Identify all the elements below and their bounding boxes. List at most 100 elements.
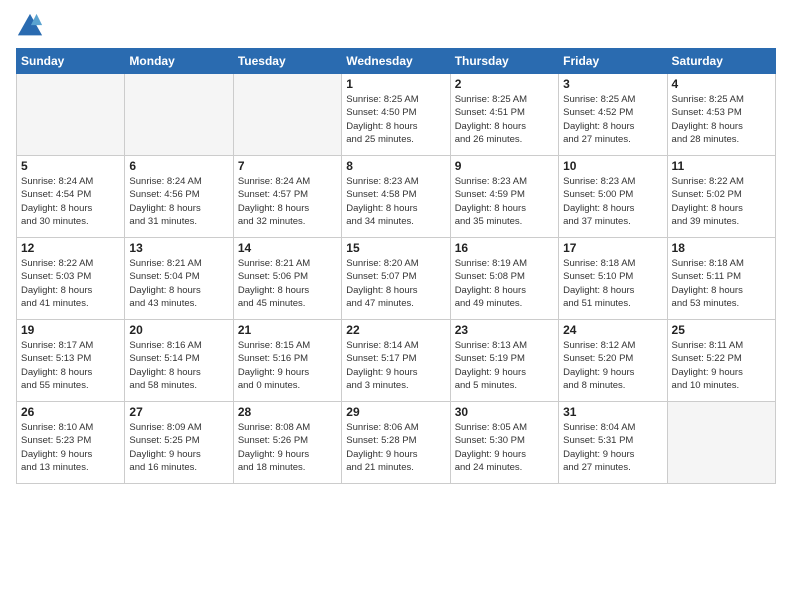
week-row-3: 12 Sunrise: 8:22 AM Sunset: 5:03 PM Dayli… bbox=[17, 238, 776, 320]
day-cell: 6 Sunrise: 8:24 AM Sunset: 4:56 PM Daylig… bbox=[125, 156, 233, 238]
day-info: Sunrise: 8:16 AM Sunset: 5:14 PM Dayligh… bbox=[129, 339, 228, 392]
day-number: 11 bbox=[672, 159, 771, 173]
day-cell bbox=[17, 74, 125, 156]
day-info: Sunrise: 8:05 AM Sunset: 5:30 PM Dayligh… bbox=[455, 421, 554, 474]
day-number: 3 bbox=[563, 77, 662, 91]
day-cell: 16 Sunrise: 8:19 AM Sunset: 5:08 PM Dayli… bbox=[450, 238, 558, 320]
day-info: Sunrise: 8:21 AM Sunset: 5:06 PM Dayligh… bbox=[238, 257, 337, 310]
day-info: Sunrise: 8:13 AM Sunset: 5:19 PM Dayligh… bbox=[455, 339, 554, 392]
day-cell: 27 Sunrise: 8:09 AM Sunset: 5:25 PM Dayli… bbox=[125, 402, 233, 484]
column-header-sunday: Sunday bbox=[17, 49, 125, 74]
day-cell: 28Sunrise: 8:08 AM Sunset: 5:26 PM Dayli… bbox=[233, 402, 341, 484]
day-cell: 14Sunrise: 8:21 AM Sunset: 5:06 PM Dayli… bbox=[233, 238, 341, 320]
day-info: Sunrise: 8:17 AM Sunset: 5:13 PM Dayligh… bbox=[21, 339, 120, 392]
day-info: Sunrise: 8:25 AM Sunset: 4:52 PM Dayligh… bbox=[563, 93, 662, 146]
day-number: 25 bbox=[672, 323, 771, 337]
day-number: 30 bbox=[455, 405, 554, 419]
day-number: 31 bbox=[563, 405, 662, 419]
day-number: 29 bbox=[346, 405, 445, 419]
day-info: Sunrise: 8:22 AM Sunset: 5:03 PM Dayligh… bbox=[21, 257, 120, 310]
day-number: 26 bbox=[21, 405, 120, 419]
day-info: Sunrise: 8:19 AM Sunset: 5:08 PM Dayligh… bbox=[455, 257, 554, 310]
column-header-tuesday: Tuesday bbox=[233, 49, 341, 74]
day-cell: 19Sunrise: 8:17 AM Sunset: 5:13 PM Dayli… bbox=[17, 320, 125, 402]
week-row-4: 19Sunrise: 8:17 AM Sunset: 5:13 PM Dayli… bbox=[17, 320, 776, 402]
day-number: 8 bbox=[346, 159, 445, 173]
day-info: Sunrise: 8:25 AM Sunset: 4:51 PM Dayligh… bbox=[455, 93, 554, 146]
day-number: 2 bbox=[455, 77, 554, 91]
day-number: 23 bbox=[455, 323, 554, 337]
day-info: Sunrise: 8:24 AM Sunset: 4:56 PM Dayligh… bbox=[129, 175, 228, 228]
day-cell: 12 Sunrise: 8:22 AM Sunset: 5:03 PM Dayli… bbox=[17, 238, 125, 320]
day-cell bbox=[233, 74, 341, 156]
day-number: 27 bbox=[129, 405, 228, 419]
day-cell: 4Sunrise: 8:25 AM Sunset: 4:53 PM Daylig… bbox=[667, 74, 775, 156]
day-cell: 29 Sunrise: 8:06 AM Sunset: 5:28 PM Dayli… bbox=[342, 402, 450, 484]
day-cell: 1Sunrise: 8:25 AM Sunset: 4:50 PM Daylig… bbox=[342, 74, 450, 156]
calendar: SundayMondayTuesdayWednesdayThursdayFrid… bbox=[16, 48, 776, 484]
day-number: 10 bbox=[563, 159, 662, 173]
header bbox=[16, 12, 776, 40]
day-number: 12 bbox=[21, 241, 120, 255]
day-info: Sunrise: 8:18 AM Sunset: 5:11 PM Dayligh… bbox=[672, 257, 771, 310]
day-info: Sunrise: 8:24 AM Sunset: 4:54 PM Dayligh… bbox=[21, 175, 120, 228]
day-number: 5 bbox=[21, 159, 120, 173]
day-cell: 23 Sunrise: 8:13 AM Sunset: 5:19 PM Dayli… bbox=[450, 320, 558, 402]
day-cell: 30 Sunrise: 8:05 AM Sunset: 5:30 PM Dayli… bbox=[450, 402, 558, 484]
column-header-saturday: Saturday bbox=[667, 49, 775, 74]
week-row-1: 1Sunrise: 8:25 AM Sunset: 4:50 PM Daylig… bbox=[17, 74, 776, 156]
day-info: Sunrise: 8:11 AM Sunset: 5:22 PM Dayligh… bbox=[672, 339, 771, 392]
day-cell: 20Sunrise: 8:16 AM Sunset: 5:14 PM Dayli… bbox=[125, 320, 233, 402]
day-number: 13 bbox=[129, 241, 228, 255]
day-cell: 26Sunrise: 8:10 AM Sunset: 5:23 PM Dayli… bbox=[17, 402, 125, 484]
day-number: 9 bbox=[455, 159, 554, 173]
day-cell: 9 Sunrise: 8:23 AM Sunset: 4:59 PM Daylig… bbox=[450, 156, 558, 238]
day-info: Sunrise: 8:18 AM Sunset: 5:10 PM Dayligh… bbox=[563, 257, 662, 310]
day-number: 6 bbox=[129, 159, 228, 173]
day-cell: 18 Sunrise: 8:18 AM Sunset: 5:11 PM Dayli… bbox=[667, 238, 775, 320]
day-info: Sunrise: 8:23 AM Sunset: 4:59 PM Dayligh… bbox=[455, 175, 554, 228]
day-cell: 5 Sunrise: 8:24 AM Sunset: 4:54 PM Daylig… bbox=[17, 156, 125, 238]
day-info: Sunrise: 8:08 AM Sunset: 5:26 PM Dayligh… bbox=[238, 421, 337, 474]
day-cell: 11Sunrise: 8:22 AM Sunset: 5:02 PM Dayli… bbox=[667, 156, 775, 238]
week-row-5: 26Sunrise: 8:10 AM Sunset: 5:23 PM Dayli… bbox=[17, 402, 776, 484]
day-cell: 10 Sunrise: 8:23 AM Sunset: 5:00 PM Dayli… bbox=[559, 156, 667, 238]
column-header-friday: Friday bbox=[559, 49, 667, 74]
day-info: Sunrise: 8:04 AM Sunset: 5:31 PM Dayligh… bbox=[563, 421, 662, 474]
logo bbox=[16, 12, 46, 40]
day-cell: 25 Sunrise: 8:11 AM Sunset: 5:22 PM Dayli… bbox=[667, 320, 775, 402]
day-info: Sunrise: 8:23 AM Sunset: 5:00 PM Dayligh… bbox=[563, 175, 662, 228]
day-number: 17 bbox=[563, 241, 662, 255]
day-cell: 17 Sunrise: 8:18 AM Sunset: 5:10 PM Dayli… bbox=[559, 238, 667, 320]
column-header-thursday: Thursday bbox=[450, 49, 558, 74]
day-number: 1 bbox=[346, 77, 445, 91]
day-cell: 7 Sunrise: 8:24 AM Sunset: 4:57 PM Daylig… bbox=[233, 156, 341, 238]
day-info: Sunrise: 8:21 AM Sunset: 5:04 PM Dayligh… bbox=[129, 257, 228, 310]
day-number: 22 bbox=[346, 323, 445, 337]
day-cell bbox=[125, 74, 233, 156]
day-info: Sunrise: 8:23 AM Sunset: 4:58 PM Dayligh… bbox=[346, 175, 445, 228]
day-cell: 3 Sunrise: 8:25 AM Sunset: 4:52 PM Daylig… bbox=[559, 74, 667, 156]
day-number: 16 bbox=[455, 241, 554, 255]
day-number: 7 bbox=[238, 159, 337, 173]
column-header-wednesday: Wednesday bbox=[342, 49, 450, 74]
day-cell: 21Sunrise: 8:15 AM Sunset: 5:16 PM Dayli… bbox=[233, 320, 341, 402]
day-cell: 13 Sunrise: 8:21 AM Sunset: 5:04 PM Dayli… bbox=[125, 238, 233, 320]
page: SundayMondayTuesdayWednesdayThursdayFrid… bbox=[0, 0, 792, 612]
week-row-2: 5 Sunrise: 8:24 AM Sunset: 4:54 PM Daylig… bbox=[17, 156, 776, 238]
day-cell: 2 Sunrise: 8:25 AM Sunset: 4:51 PM Daylig… bbox=[450, 74, 558, 156]
day-cell bbox=[667, 402, 775, 484]
day-info: Sunrise: 8:24 AM Sunset: 4:57 PM Dayligh… bbox=[238, 175, 337, 228]
day-cell: 31 Sunrise: 8:04 AM Sunset: 5:31 PM Dayli… bbox=[559, 402, 667, 484]
column-header-monday: Monday bbox=[125, 49, 233, 74]
day-info: Sunrise: 8:20 AM Sunset: 5:07 PM Dayligh… bbox=[346, 257, 445, 310]
day-info: Sunrise: 8:15 AM Sunset: 5:16 PM Dayligh… bbox=[238, 339, 337, 392]
day-number: 15 bbox=[346, 241, 445, 255]
day-info: Sunrise: 8:12 AM Sunset: 5:20 PM Dayligh… bbox=[563, 339, 662, 392]
logo-icon bbox=[16, 12, 44, 40]
day-info: Sunrise: 8:06 AM Sunset: 5:28 PM Dayligh… bbox=[346, 421, 445, 474]
day-number: 18 bbox=[672, 241, 771, 255]
day-info: Sunrise: 8:09 AM Sunset: 5:25 PM Dayligh… bbox=[129, 421, 228, 474]
header-row: SundayMondayTuesdayWednesdayThursdayFrid… bbox=[17, 49, 776, 74]
day-number: 24 bbox=[563, 323, 662, 337]
